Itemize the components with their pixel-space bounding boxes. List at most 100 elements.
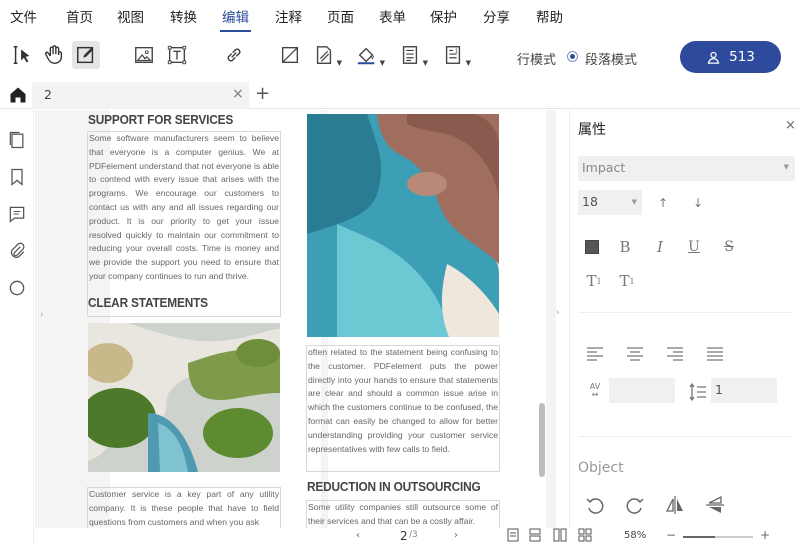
rotate-right-icon[interactable] xyxy=(624,494,646,516)
bates-number-button[interactable]: 1 ▼ xyxy=(439,41,471,69)
close-panel-icon[interactable]: × xyxy=(785,118,796,133)
menu-form[interactable]: 表单 xyxy=(379,6,406,26)
font-size-select[interactable]: 18 ▼ xyxy=(578,190,642,215)
link-button[interactable] xyxy=(220,41,248,69)
home-icon[interactable] xyxy=(8,85,28,105)
collapse-right-panel-icon[interactable]: › xyxy=(556,308,560,318)
text-block-statements[interactable]: often related to the statement being con… xyxy=(306,345,500,472)
text-block-support[interactable]: Some software manufacturers seem to beli… xyxy=(87,131,281,317)
text-box-icon xyxy=(167,45,187,65)
document-viewport[interactable]: SUPPORT FOR SERVICES Some software manuf… xyxy=(35,110,556,528)
menu-home[interactable]: 首页 xyxy=(66,6,93,26)
document-tab-name: 2 xyxy=(44,87,52,102)
grid-view-icon[interactable] xyxy=(578,528,592,542)
comments-button[interactable] xyxy=(7,204,27,224)
thumbnails-button[interactable] xyxy=(7,130,27,150)
continuous-view-icon[interactable] xyxy=(528,528,542,542)
menu-page[interactable]: 页面 xyxy=(327,6,354,26)
font-family-select[interactable]: Impact ▼ xyxy=(578,156,795,181)
zoom-in-button[interactable]: + xyxy=(760,528,770,542)
collapse-left-panel-icon[interactable]: › xyxy=(40,310,44,320)
increase-font-size-button[interactable]: ↑ xyxy=(652,192,674,214)
menu-file[interactable]: 文件 xyxy=(10,6,37,26)
chevron-down-icon: ▼ xyxy=(336,59,342,67)
section-divider xyxy=(578,436,793,437)
line-spacing-input[interactable]: 1 xyxy=(711,378,777,403)
menu-bar: 文件 首页 视图 转换 编辑 注释 页面 表单 保护 分享 帮助 xyxy=(0,0,800,32)
font-family-value: Impact xyxy=(582,160,626,175)
background-button[interactable]: ▼ xyxy=(353,41,385,69)
edit-text-button[interactable] xyxy=(72,41,100,69)
flip-horizontal-icon[interactable] xyxy=(664,494,686,516)
underline-button[interactable]: U xyxy=(683,236,705,258)
header-footer-icon xyxy=(402,46,418,64)
current-page-number[interactable]: 2 xyxy=(400,529,408,543)
section-divider xyxy=(578,312,793,313)
align-center-icon[interactable] xyxy=(624,343,646,365)
bold-button[interactable]: B xyxy=(614,236,636,258)
user-icon xyxy=(707,51,720,64)
crop-button[interactable] xyxy=(276,41,304,69)
menu-help[interactable]: 帮助 xyxy=(536,6,563,26)
heading-clear-statements[interactable]: CLEAR STATEMENTS xyxy=(88,296,208,310)
search-button[interactable] xyxy=(7,278,27,298)
menu-view[interactable]: 视图 xyxy=(117,6,144,26)
align-justify-icon[interactable] xyxy=(704,343,726,365)
hand-tool-button[interactable] xyxy=(40,41,68,69)
heading-reduction-in-outsourcing[interactable]: REDUCTION IN OUTSOURCING xyxy=(307,480,481,494)
properties-panel: 属性 × Impact ▼ 18 ▼ ↑ ↓ B I U S T1 T1 AV ↔… xyxy=(569,110,800,528)
zoom-level[interactable]: 58% xyxy=(624,530,646,541)
text-block-customer-service[interactable]: Customer service is a key part of any ut… xyxy=(87,487,281,528)
character-spacing-input[interactable] xyxy=(609,378,675,403)
header-footer-button[interactable]: ▼ xyxy=(396,41,428,69)
paragraph-mode-radio[interactable] xyxy=(567,51,578,62)
rotate-left-icon[interactable] xyxy=(584,494,606,516)
total-pages: /3 xyxy=(409,530,418,540)
subscript-button[interactable]: T1 xyxy=(616,270,638,292)
chevron-down-icon: ▼ xyxy=(379,59,385,67)
user-account-button[interactable]: 513 xyxy=(680,41,781,73)
decrease-font-size-button[interactable]: ↓ xyxy=(687,192,709,214)
left-sidebar xyxy=(0,110,34,544)
text-color-button[interactable] xyxy=(581,236,603,258)
menu-protect[interactable]: 保护 xyxy=(430,6,457,26)
comment-icon xyxy=(9,206,25,223)
prev-page-icon[interactable]: ‹ xyxy=(356,530,360,541)
object-section-label: Object xyxy=(578,460,624,476)
strikethrough-button[interactable]: S xyxy=(718,236,740,258)
image-icon xyxy=(135,46,153,64)
next-page-icon[interactable]: › xyxy=(454,530,458,541)
flip-vertical-icon[interactable] xyxy=(704,494,726,516)
heading-support-for-services[interactable]: SUPPORT FOR SERVICES xyxy=(88,113,233,127)
document-tab[interactable]: 2 × xyxy=(32,82,249,109)
single-page-view-icon[interactable] xyxy=(506,528,520,542)
italic-button[interactable]: I xyxy=(649,236,671,258)
bookmarks-button[interactable] xyxy=(7,167,27,187)
close-tab-icon[interactable]: × xyxy=(232,86,244,102)
color-swatch-icon xyxy=(585,240,599,254)
align-right-icon[interactable] xyxy=(664,343,686,365)
watermark-button[interactable]: ▼ xyxy=(310,41,342,69)
add-text-button[interactable] xyxy=(163,41,191,69)
menu-comment[interactable]: 注释 xyxy=(275,6,302,26)
attachments-button[interactable] xyxy=(7,241,27,261)
menu-edit[interactable]: 编辑 xyxy=(220,6,251,32)
zoom-slider[interactable] xyxy=(683,536,753,538)
align-left-icon[interactable] xyxy=(584,343,606,365)
new-tab-button[interactable]: + xyxy=(255,83,270,104)
select-cursor-button[interactable] xyxy=(8,41,36,69)
zoom-slider-fill xyxy=(683,536,715,538)
two-page-view-icon[interactable] xyxy=(553,528,567,542)
menu-convert[interactable]: 转换 xyxy=(170,6,197,26)
paragraph-mode-option[interactable]: 段落模式 xyxy=(585,49,637,68)
add-image-button[interactable] xyxy=(130,41,158,69)
watermark-icon xyxy=(316,46,332,64)
text-block-outsourcing[interactable]: Some utility companies still outsource s… xyxy=(306,500,500,528)
menu-share[interactable]: 分享 xyxy=(483,6,510,26)
vertical-scrollbar[interactable] xyxy=(539,403,545,477)
photo-aerial-beach-right[interactable] xyxy=(307,114,499,337)
zoom-out-button[interactable]: − xyxy=(666,528,676,542)
line-mode-option[interactable]: 行模式 xyxy=(517,49,556,68)
superscript-button[interactable]: T1 xyxy=(583,270,605,292)
photo-aerial-coast-left[interactable] xyxy=(88,323,280,472)
